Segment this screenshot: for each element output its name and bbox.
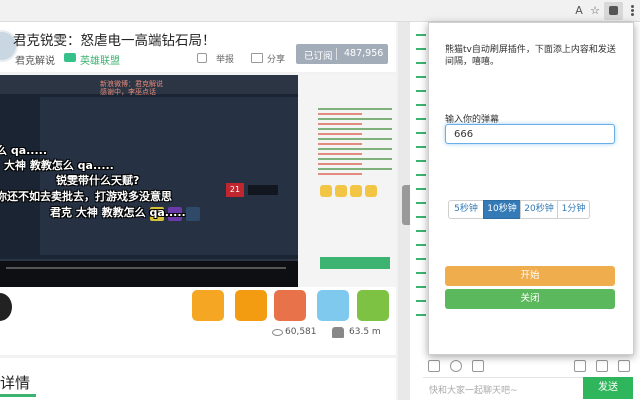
weight-icon (332, 327, 344, 338)
extension-popup: 熊猫tv自动刷屏插件，下面添上内容和发送间隔，嘻嘻。 输入你的弹幕 5秒钟 10… (428, 22, 634, 355)
send-button[interactable]: 发送 (583, 377, 633, 399)
danmaku-comment: 你还不如去卖批去，打游戏多没意思 (0, 190, 172, 203)
captured-button (320, 257, 390, 269)
interval-20s-button[interactable]: 20秒钟 (520, 200, 558, 219)
danmaku-comment: 君克 大神 教教怎么 qa..... (50, 206, 186, 219)
danmaku-comment: 锐雯带什么天赋? (56, 174, 140, 187)
chat-toolbar (428, 356, 640, 376)
weight-unit: m (371, 327, 381, 337)
interval-1min-button[interactable]: 1分钟 (557, 200, 590, 219)
gift-bun-icon[interactable] (192, 290, 224, 321)
puzzle-icon (609, 6, 618, 15)
popup-description: 熊猫tv自动刷屏插件，下面添上内容和发送间隔，嘻嘻。 (445, 45, 616, 67)
category-link[interactable]: 英雄联盟 (80, 52, 120, 67)
emoji-icon[interactable] (450, 360, 462, 372)
gift-riceball-icon[interactable] (317, 290, 349, 321)
weight-number: 63.5 (349, 327, 370, 337)
details-section: 详情 (0, 358, 396, 400)
item-slot (186, 207, 200, 221)
stream-chat-capture (298, 75, 396, 287)
chat-input[interactable]: 快和大家一起聊天吧~ (423, 377, 583, 399)
video-player[interactable]: 新浪微博：君克解说 感谢中，李巫点话 21 么 qa..... 大神 教教怎么 … (0, 75, 396, 287)
translate-icon[interactable]: A (572, 4, 586, 18)
view-count: 60,581 (285, 327, 317, 337)
share-label[interactable]: 分享 (267, 52, 285, 65)
panda-avatar (0, 293, 12, 321)
stream-caption: 新浪微博：君克解说 感谢中，李巫点话 (100, 80, 163, 96)
mail-icon[interactable] (472, 360, 484, 372)
report-icon[interactable] (197, 53, 207, 63)
stream-caption-line: 新浪微博：君克解说 (100, 80, 163, 88)
hud-bar (248, 185, 278, 195)
eye-icon (272, 329, 283, 336)
interval-selector: 5秒钟 10秒钟 20秒钟 1分钟 (448, 200, 590, 219)
gift-bamboo-icon[interactable] (357, 290, 389, 321)
subscriber-count: 487,956 (344, 48, 384, 59)
text-format-icon[interactable] (428, 360, 440, 372)
progress-bar[interactable] (6, 267, 286, 269)
author-name[interactable]: 君克解说 (15, 52, 55, 67)
gift-crab-icon[interactable] (235, 290, 267, 321)
danmaku-comment: 么 qa..... (0, 144, 48, 157)
weight-value: 63.5 m (349, 327, 381, 337)
interval-5s-button[interactable]: 5秒钟 (448, 200, 484, 219)
details-title: 详情 (0, 374, 31, 392)
hud-score: 21 (226, 183, 244, 197)
share-icon[interactable] (251, 53, 263, 63)
report-label[interactable]: 举报 (216, 52, 234, 65)
gift-box-icon[interactable] (574, 360, 586, 372)
danmaku-comment: 大神 教教怎么 qa..... (4, 159, 114, 172)
close-button[interactable]: 关闭 (445, 289, 615, 309)
video-controls[interactable] (0, 261, 298, 287)
bookmark-star-icon[interactable]: ☆ (588, 4, 602, 18)
browser-toolbar: A ☆ (0, 0, 640, 22)
gift-fish-icon[interactable] (274, 290, 306, 321)
captured-chat-lines (318, 105, 392, 178)
grid-icon[interactable] (618, 360, 630, 372)
browser-menu-icon[interactable] (628, 4, 636, 18)
extension-button[interactable] (604, 2, 623, 20)
interval-10s-button[interactable]: 10秒钟 (483, 200, 521, 219)
captured-emotes (320, 185, 380, 200)
video-header: 君克锐雯：怒虐电一高端钻石局！ 君克解说 英雄联盟 举报 分享 已订阅 487,… (0, 22, 396, 72)
stream-caption-line: 感谢中，李巫点话 (100, 88, 156, 96)
start-button[interactable]: 开始 (445, 266, 615, 286)
subscribe-divider (336, 48, 337, 60)
subscribe-label: 已订阅 (304, 51, 333, 62)
trash-icon[interactable] (596, 360, 608, 372)
danmaku-input[interactable] (445, 124, 615, 144)
chat-bubble-icon (64, 53, 76, 62)
details-underline (0, 394, 36, 397)
gift-bar: 60,581 63.5 m (0, 287, 396, 355)
subscribe-button[interactable]: 已订阅 487,956 (296, 44, 388, 64)
page-title: 君克锐雯：怒虐电一高端钻石局！ (13, 33, 216, 49)
stream-capture: 新浪微博：君克解说 感谢中，李巫点话 21 (0, 75, 298, 287)
